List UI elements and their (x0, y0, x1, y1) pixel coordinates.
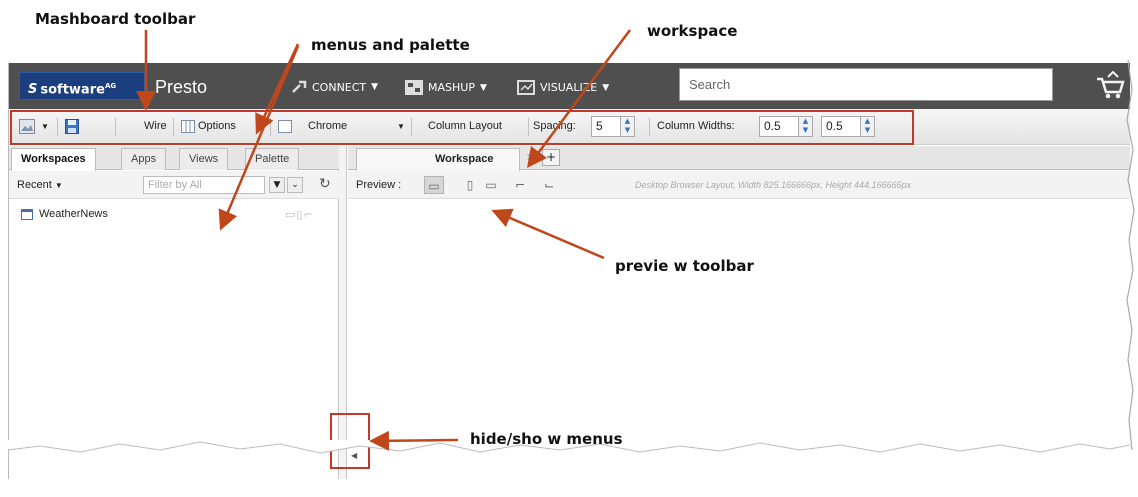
annotation-hide-show-menus: hide/sho w menus (470, 430, 623, 448)
annotation-preview-toolbar: previe w toolbar (615, 257, 754, 275)
annotation-arrows (136, 29, 632, 451)
